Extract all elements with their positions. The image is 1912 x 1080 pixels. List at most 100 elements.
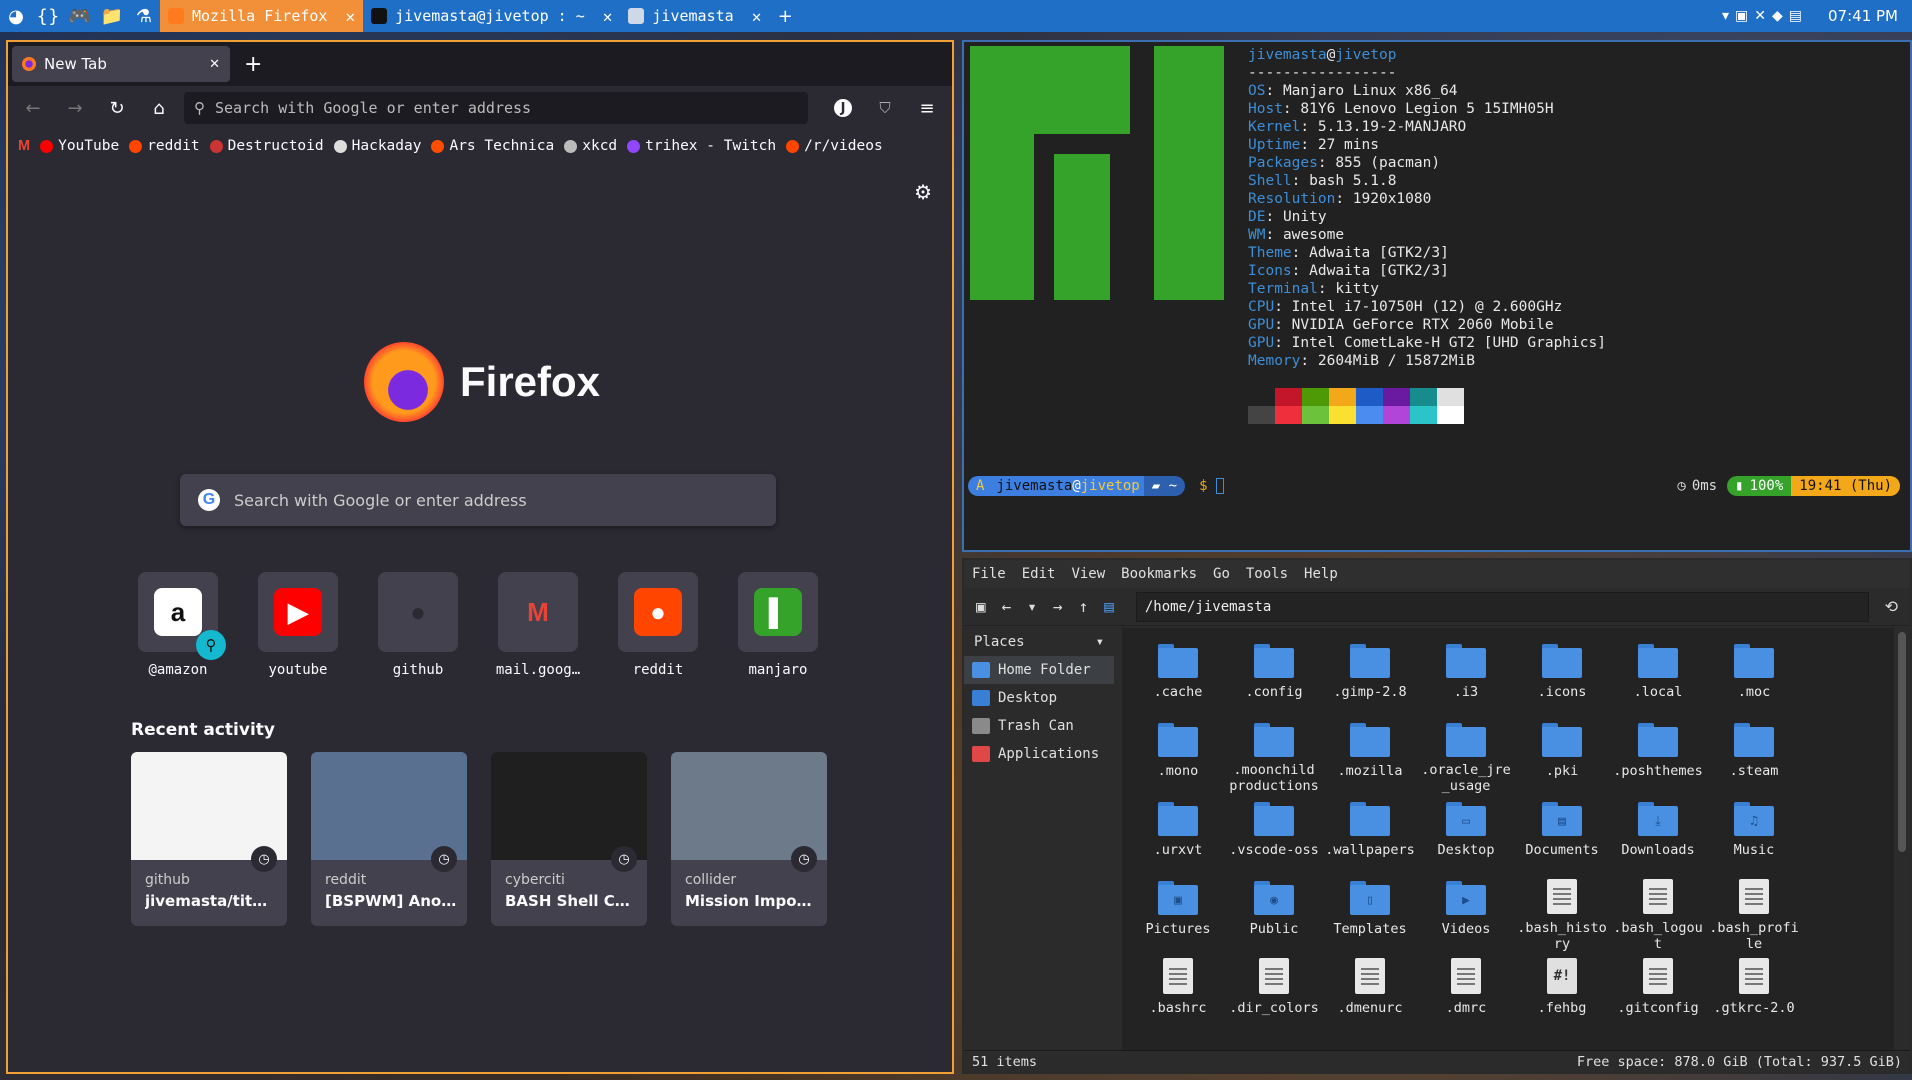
menu-item[interactable]: Help [1304, 566, 1338, 582]
file-item[interactable]: .moonchild productions [1226, 719, 1322, 794]
reload-button[interactable]: ↻ [100, 91, 134, 125]
place-item[interactable]: Desktop [964, 684, 1114, 712]
forward-button[interactable]: → [1053, 597, 1063, 616]
file-item[interactable]: ▶ Videos [1418, 877, 1514, 952]
volume-muted-icon[interactable]: ✕ [1754, 8, 1766, 24]
history-dropdown-icon[interactable]: ▾ [1027, 597, 1037, 616]
file-item[interactable]: .local [1610, 640, 1706, 715]
file-item[interactable]: ▣ Pictures [1130, 877, 1226, 952]
customize-gear-icon[interactable]: ⚙ [914, 180, 932, 204]
file-item[interactable]: .gtkrc-2.0 [1706, 956, 1802, 1031]
file-item[interactable]: .gitconfig [1610, 956, 1706, 1031]
add-task-button[interactable]: + [769, 0, 801, 32]
new-tab-button[interactable]: + [244, 52, 262, 77]
file-item[interactable]: .steam [1706, 719, 1802, 794]
file-item[interactable]: .icons [1514, 640, 1610, 715]
manjaro-icon[interactable]: ◕ [0, 0, 32, 32]
code-braces-icon[interactable]: {} [32, 0, 64, 32]
ublock-shield-icon[interactable]: ⛉ [868, 91, 902, 125]
screenshot-icon[interactable]: ▣ [1735, 8, 1748, 24]
menu-item[interactable]: Bookmarks [1121, 566, 1197, 582]
file-item[interactable]: .pki [1514, 719, 1610, 794]
file-item[interactable]: ▭ Desktop [1418, 798, 1514, 873]
new-tab-icon[interactable]: ▣ [976, 597, 986, 616]
file-item[interactable]: .mono [1130, 719, 1226, 794]
top-site-tile[interactable]: ● github [378, 572, 458, 678]
tab-new-tab[interactable]: New Tab ✕ [12, 46, 230, 82]
top-site-tile[interactable]: a ⚲ @amazon [138, 572, 226, 678]
file-item[interactable]: ⤓ Downloads [1610, 798, 1706, 873]
clock[interactable]: 07:41 PM [1814, 7, 1912, 25]
file-item[interactable]: .wallpapers [1322, 798, 1418, 873]
bookmark-item[interactable]: Destructoid [209, 138, 324, 154]
file-item[interactable]: .dir_colors [1226, 956, 1322, 1031]
up-button[interactable]: ↑ [1079, 597, 1089, 616]
bookmark-item[interactable]: Ars Technica [431, 138, 554, 154]
file-item[interactable]: .oracle_j­re_usage [1418, 719, 1514, 794]
recent-card[interactable]: ◷ collider Mission Impo… [671, 752, 827, 926]
file-item[interactable]: .bash_his­tory [1514, 877, 1610, 952]
file-item[interactable]: .i3 [1418, 640, 1514, 715]
gamepad-icon[interactable]: 🎮 [64, 0, 96, 32]
home-button[interactable]: ⌂ [142, 91, 176, 125]
menu-item[interactable]: Edit [1022, 566, 1056, 582]
task-item[interactable]: Mozilla Firefox ✕ [160, 0, 364, 32]
bookmark-item[interactable]: YouTube [40, 138, 119, 154]
url-bar[interactable]: ⚲ Search with Google or enter address [184, 92, 808, 124]
file-item[interactable]: .config [1226, 640, 1322, 715]
top-site-tile[interactable]: ▶ youtube [258, 572, 338, 678]
flask-icon[interactable]: ⚗ [128, 0, 160, 32]
steam-icon[interactable]: ◆ [1772, 8, 1783, 24]
file-item[interactable]: .vscode-oss [1226, 798, 1322, 873]
file-item[interactable]: .mozilla [1322, 719, 1418, 794]
top-site-tile[interactable]: ▌ manjaro [738, 572, 818, 678]
place-item[interactable]: Applications [964, 740, 1114, 768]
menu-item[interactable]: Go [1213, 566, 1230, 582]
menu-item[interactable]: View [1071, 566, 1105, 582]
file-item[interactable]: .bash_pro­file [1706, 877, 1802, 952]
menu-hamburger-icon[interactable]: ≡ [910, 91, 944, 125]
bookmark-item[interactable]: /r/videos [786, 138, 883, 154]
bookmark-item[interactable]: xkcd [564, 138, 617, 154]
file-item[interactable]: .dmrc [1418, 956, 1514, 1031]
account-icon[interactable]: J [826, 91, 860, 125]
wifi-icon[interactable]: ▾ [1722, 8, 1729, 24]
file-item[interactable]: ▯ Templates [1322, 877, 1418, 952]
menu-item[interactable]: Tools [1246, 566, 1288, 582]
bookmark-item[interactable]: trihex - Twitch [627, 138, 776, 154]
recent-card[interactable]: ◷ reddit [BSPWM] Ano… [311, 752, 467, 926]
close-icon[interactable]: ✕ [345, 7, 355, 26]
bookmark-item[interactable]: Hackaday [333, 138, 421, 154]
chat-icon[interactable]: ▤ [1789, 8, 1802, 24]
back-button[interactable]: ← [1002, 597, 1012, 616]
task-item[interactable]: jivemasta ✕ [620, 0, 769, 32]
close-icon[interactable]: ✕ [603, 7, 613, 26]
top-site-tile[interactable]: Mmail.goog… [496, 572, 580, 678]
file-item[interactable]: ♫ Music [1706, 798, 1802, 873]
file-item[interactable]: ▤ Documents [1514, 798, 1610, 873]
place-item[interactable]: Home Folder [964, 656, 1114, 684]
task-item[interactable]: jivemasta@jivetop : ~ ✕ [363, 0, 620, 32]
terminal-window[interactable]: jivemasta@jivetop ----------------- OS: … [962, 40, 1912, 552]
reload-icon[interactable]: ⟲ [1885, 597, 1898, 616]
place-item[interactable]: Trash Can [964, 712, 1114, 740]
bookmark-item[interactable]: reddit [129, 138, 200, 154]
file-item[interactable]: .bash_log­out [1610, 877, 1706, 952]
path-field[interactable]: /home/jivemasta [1135, 591, 1869, 622]
file-item[interactable]: ◉ Public [1226, 877, 1322, 952]
folder-icon[interactable]: 📁 [96, 0, 128, 32]
recent-card[interactable]: ◷ cyberciti BASH Shell C… [491, 752, 647, 926]
file-item[interactable]: .dmenurc [1322, 956, 1418, 1031]
recent-card[interactable]: ◷ github jivemasta/tit… [131, 752, 287, 926]
scrollbar[interactable] [1898, 632, 1906, 852]
home-folder-icon[interactable]: ▤ [1104, 597, 1114, 616]
file-item[interactable]: .bashrc [1130, 956, 1226, 1031]
close-tab-icon[interactable]: ✕ [209, 57, 220, 72]
file-item[interactable]: .cache [1130, 640, 1226, 715]
top-site-tile[interactable]: ● reddit [618, 572, 698, 678]
file-item[interactable]: .urxvt [1130, 798, 1226, 873]
close-icon[interactable]: ✕ [752, 7, 762, 26]
file-item[interactable]: .gimp-2.8 [1322, 640, 1418, 715]
back-button[interactable]: ← [16, 91, 50, 125]
gmail-bookmark-icon[interactable]: M [18, 138, 30, 154]
